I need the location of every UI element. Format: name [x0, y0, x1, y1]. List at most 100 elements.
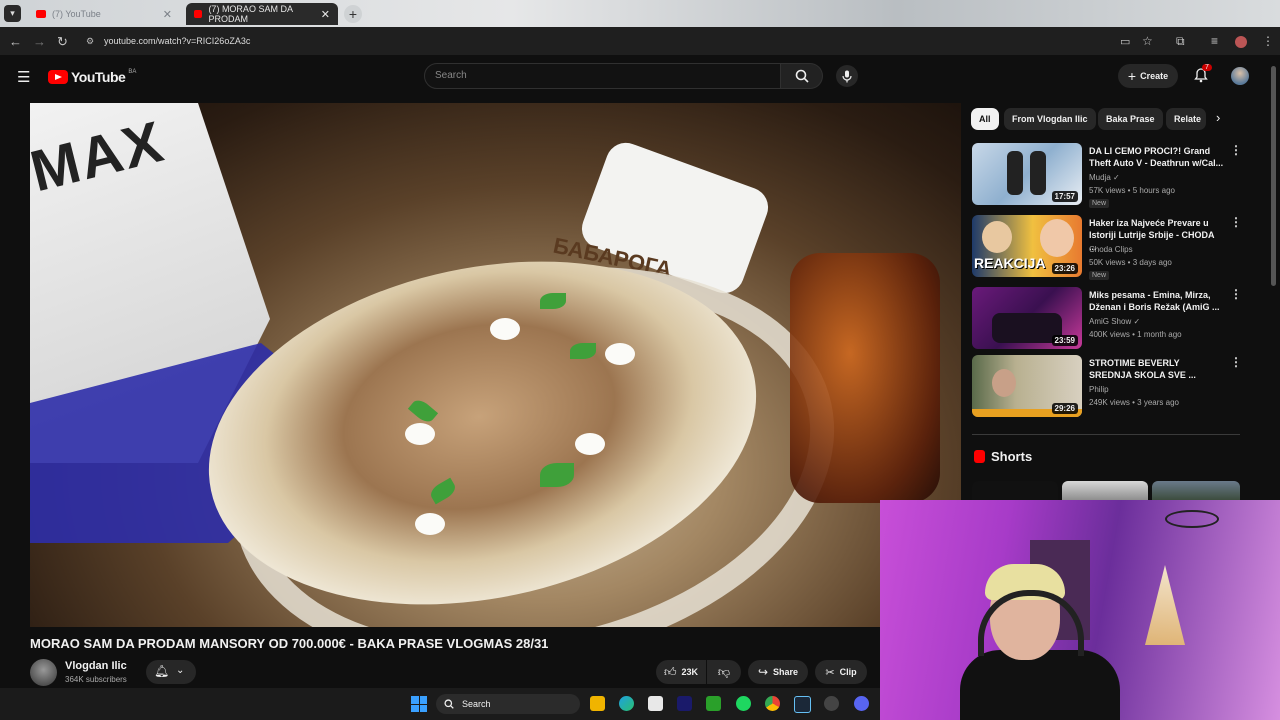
tab-youtube[interactable]: (7) YouTube ✕: [28, 3, 180, 25]
tab-label: (7) MORAO SAM DA PRODAM: [208, 4, 293, 24]
verified-icon: ✓: [1133, 317, 1141, 326]
forward-icon[interactable]: →: [33, 34, 46, 49]
video-thumbnail[interactable]: 29:26: [972, 355, 1082, 417]
new-tab-button[interactable]: +: [344, 5, 362, 23]
chip-all[interactable]: All: [971, 108, 999, 130]
clip-button[interactable]: ✂ Clip: [815, 660, 867, 684]
minecraft-icon[interactable]: [706, 696, 721, 711]
youtube-favicon-icon: [194, 10, 203, 18]
tab-search-icon[interactable]: ▾: [4, 5, 21, 22]
basil-leaf: [540, 463, 574, 487]
create-button[interactable]: + Create: [1118, 64, 1178, 88]
windows-start-icon[interactable]: [411, 696, 427, 712]
recommendation-item[interactable]: 17:57 DA LI CEMO PROCI?! Grand Theft Aut…: [972, 143, 1242, 208]
spotify-icon[interactable]: [736, 696, 751, 711]
discord-icon[interactable]: [854, 696, 869, 711]
extensions-icon[interactable]: ⧉: [1176, 34, 1185, 49]
recommendation-title[interactable]: STROTIME BEVERLY SREDNJA SKOLA SVE ...: [1089, 357, 1224, 381]
short-thumbnail[interactable]: [1062, 481, 1148, 501]
new-badge: New: [1089, 271, 1110, 280]
chip-from-channel[interactable]: From Vlogdan Ilic: [1004, 108, 1096, 130]
recommendation-item[interactable]: 23:59 Miks pesama - Emina, Mirza, Dženan…: [972, 287, 1242, 351]
channel-name[interactable]: Vlogdan Ilic: [65, 660, 127, 672]
chevron-right-icon[interactable]: ›: [1216, 110, 1220, 125]
recommendation-channel[interactable]: Choda Clips: [1089, 245, 1133, 254]
address-bar[interactable]: youtube.com/watch?v=RICI26oZA3c: [104, 36, 250, 46]
recommendation-channel[interactable]: AmiG Show ✓: [1089, 317, 1140, 326]
recommendation-meta: 50K views • 3 days ago: [1089, 258, 1172, 267]
browser-tab-bar: ▾ (7) YouTube ✕ (7) MORAO SAM DA PRODAM …: [0, 0, 1280, 27]
recommendation-meta: 249K views • 3 years ago: [1089, 398, 1179, 407]
recommendation-title[interactable]: Miks pesama - Emina, Mirza, Dženan i Bor…: [1089, 289, 1224, 313]
page-scrollbar[interactable]: [1271, 66, 1276, 286]
subscription-notifications-button[interactable]: 🔔︎ ⌄: [146, 660, 196, 684]
video-player[interactable]: MAX БАБАРОГА: [30, 103, 961, 627]
short-thumbnail[interactable]: [1152, 481, 1240, 501]
obs-icon[interactable]: [824, 696, 839, 711]
scissors-icon: ✂: [825, 666, 835, 679]
video-frame-glass: [790, 253, 940, 503]
more-actions-icon[interactable]: ⋮: [1230, 143, 1242, 157]
more-actions-icon[interactable]: ⋮: [1230, 355, 1242, 369]
like-button[interactable]: 👍︎ 23K: [656, 660, 706, 684]
more-actions-icon[interactable]: ⋮: [1230, 215, 1242, 229]
search-box[interactable]: Search: [424, 63, 781, 89]
shorts-section-header: Shorts: [974, 449, 1032, 464]
site-info-icon[interactable]: ⚙: [86, 36, 94, 47]
burrata-piece: [605, 343, 635, 365]
back-icon[interactable]: ←: [9, 34, 22, 49]
store-icon[interactable]: [648, 696, 663, 711]
streamer: [960, 564, 1120, 720]
dislike-button[interactable]: 👎︎: [707, 660, 741, 684]
duration-badge: 23:26: [1051, 263, 1078, 274]
video-title: MORAO SAM DA PRODAM MANSORY OD 700.000€ …: [30, 636, 549, 651]
tab-label: (7) YouTube: [52, 9, 101, 19]
search-placeholder: Search: [435, 70, 467, 81]
chip-baka-prase[interactable]: Baka Prase: [1098, 108, 1163, 130]
steam-icon[interactable]: [794, 696, 811, 713]
share-label: Share: [773, 667, 799, 677]
recommendation-channel[interactable]: Philip: [1089, 385, 1109, 394]
video-thumbnail[interactable]: 23:59: [972, 287, 1082, 349]
bookmark-star-icon[interactable]: ☆: [1142, 34, 1153, 48]
create-label: Create: [1140, 71, 1169, 81]
edge-icon[interactable]: [619, 696, 634, 711]
chip-related[interactable]: Relate: [1166, 108, 1206, 130]
install-icon[interactable]: ▭: [1120, 35, 1130, 48]
recommendation-item[interactable]: REAKCIJA 23:26 Haker iza Najveće Prevare…: [972, 215, 1242, 280]
youtube-logo[interactable]: YouTube BA: [48, 69, 136, 85]
notifications-button[interactable]: 7: [1194, 64, 1212, 88]
duration-badge: 23:59: [1051, 335, 1078, 346]
reading-list-icon[interactable]: ≡: [1211, 34, 1218, 48]
browser-menu-icon[interactable]: ⋮: [1262, 34, 1274, 48]
file-explorer-icon[interactable]: [590, 696, 605, 711]
basil-leaf: [570, 343, 596, 359]
short-thumbnail[interactable]: [972, 481, 1058, 501]
taskbar-search[interactable]: Search: [436, 694, 580, 714]
account-avatar[interactable]: [1231, 67, 1249, 85]
video-thumbnail[interactable]: 17:57: [972, 143, 1082, 205]
chrome-icon[interactable]: [765, 696, 780, 711]
profile-icon[interactable]: [1235, 36, 1247, 48]
voice-search-button[interactable]: [836, 65, 858, 87]
hamburger-menu-icon[interactable]: ☰: [17, 68, 30, 86]
more-actions-icon[interactable]: ⋮: [1230, 287, 1242, 301]
app-icon[interactable]: [677, 696, 692, 711]
search-icon: [444, 699, 454, 709]
recommendation-channel[interactable]: Mudja ✓: [1089, 173, 1120, 182]
recommendation-title[interactable]: DA LI CEMO PROCI?! Grand Theft Auto V - …: [1089, 145, 1224, 169]
recommendation-item[interactable]: 29:26 STROTIME BEVERLY SREDNJA SKOLA SVE…: [972, 355, 1242, 419]
close-tab-icon[interactable]: ✕: [163, 8, 172, 21]
webcam-overlay: [880, 500, 1280, 720]
close-tab-icon[interactable]: ✕: [321, 8, 330, 21]
tab-video[interactable]: (7) MORAO SAM DA PRODAM ✕: [186, 3, 338, 25]
search-button[interactable]: [781, 63, 823, 89]
recommendation-channel-name: Mudja: [1089, 173, 1111, 182]
burrata-piece: [490, 318, 520, 340]
ceiling-lamp: [1165, 510, 1219, 528]
channel-avatar[interactable]: [30, 659, 57, 686]
reload-icon[interactable]: ↻: [57, 34, 68, 50]
share-button[interactable]: ↪ Share: [748, 660, 808, 684]
burrata-piece: [415, 513, 445, 535]
video-thumbnail[interactable]: REAKCIJA 23:26: [972, 215, 1082, 277]
